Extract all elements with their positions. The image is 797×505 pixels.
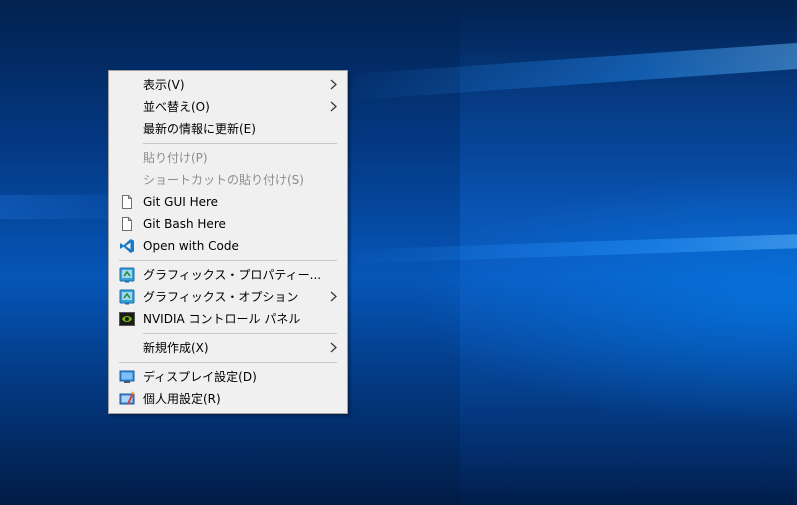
menu-item-git-bash[interactable]: Git Bash Here xyxy=(109,213,347,235)
menu-item-label: 並べ替え(O) xyxy=(143,100,210,114)
menu-separator xyxy=(143,333,337,334)
menu-item-label: 最新の情報に更新(E) xyxy=(143,122,256,136)
menu-item-label: 表示(V) xyxy=(143,78,185,92)
menu-separator xyxy=(119,260,337,261)
document-icon xyxy=(122,195,132,209)
menu-item-git-gui[interactable]: Git GUI Here xyxy=(109,191,347,213)
vscode-icon xyxy=(120,239,134,253)
menu-item-personalize[interactable]: 個人用設定(R) xyxy=(109,388,347,410)
menu-item-label: ディスプレイ設定(D) xyxy=(143,370,257,384)
menu-item-paste[interactable]: 貼り付け(P) xyxy=(109,147,347,169)
chevron-right-icon xyxy=(330,342,337,353)
menu-item-label: NVIDIA コントロール パネル xyxy=(143,312,301,326)
chevron-right-icon xyxy=(330,291,337,302)
menu-item-label: グラフィックス・プロパティー... xyxy=(143,268,322,282)
personalize-icon xyxy=(119,391,135,405)
menu-item-graphics-options[interactable]: グラフィックス・オプション xyxy=(109,286,347,308)
chevron-right-icon xyxy=(330,79,337,90)
wallpaper-light-beam xyxy=(0,195,120,219)
menu-item-refresh[interactable]: 最新の情報に更新(E) xyxy=(109,118,347,140)
menu-item-open-with-code[interactable]: Open with Code xyxy=(109,235,347,257)
menu-item-sort[interactable]: 並べ替え(O) xyxy=(109,96,347,118)
display-icon xyxy=(119,370,135,383)
menu-item-nvidia-control-panel[interactable]: NVIDIA コントロール パネル xyxy=(109,308,347,330)
intel-graphics-icon xyxy=(119,267,135,283)
chevron-right-icon xyxy=(330,101,337,112)
menu-item-label: 貼り付け(P) xyxy=(143,151,208,165)
menu-item-new[interactable]: 新規作成(X) xyxy=(109,337,347,359)
menu-item-label: ショートカットの貼り付け(S) xyxy=(143,173,304,187)
menu-item-label: 新規作成(X) xyxy=(143,341,209,355)
nvidia-icon xyxy=(119,312,135,326)
menu-separator xyxy=(143,143,337,144)
menu-item-graphics-properties[interactable]: グラフィックス・プロパティー... xyxy=(109,264,347,286)
menu-item-label: グラフィックス・オプション xyxy=(143,290,299,304)
menu-item-display-settings[interactable]: ディスプレイ設定(D) xyxy=(109,366,347,388)
menu-item-label: Git Bash Here xyxy=(143,217,226,231)
document-icon xyxy=(122,217,132,231)
menu-item-view[interactable]: 表示(V) xyxy=(109,74,347,96)
menu-item-label: Git GUI Here xyxy=(143,195,219,209)
menu-item-paste-shortcut[interactable]: ショートカットの貼り付け(S) xyxy=(109,169,347,191)
menu-item-label: 個人用設定(R) xyxy=(143,392,221,406)
menu-separator xyxy=(119,362,337,363)
menu-item-label: Open with Code xyxy=(143,239,239,253)
desktop-context-menu: 表示(V) 並べ替え(O) 最新の情報に更新(E) 貼り付け(P) ショートカッ… xyxy=(108,70,348,414)
intel-graphics-icon xyxy=(119,289,135,305)
